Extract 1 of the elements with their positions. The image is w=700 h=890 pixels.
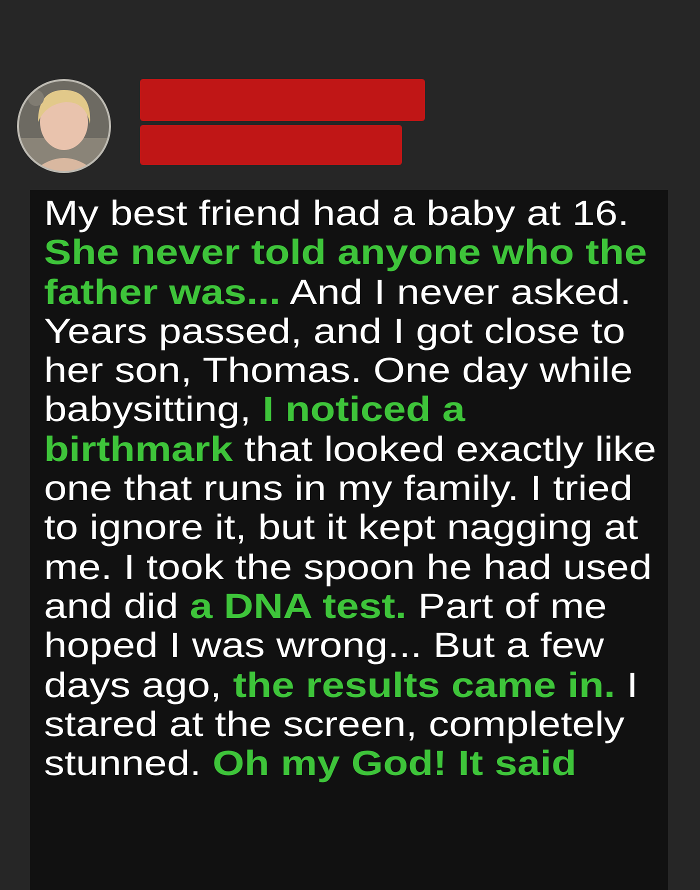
post-text: My best friend had a baby at 16. She never told anyone who the father was... And I never asked. Years passed, and I got close to her son, Thomas. One day while babysitting, I noticed a birthmark that looked exactly like one that runs in my family. I tried to ignore it, but it kept nagging at me. I took the spoon he had used and did a DNA test. Part of me hoped I was wrong... But a few days ago, the results came in. I stared at the screen, completely stunned. Oh my God! It said bbox=[44, 194, 658, 784]
